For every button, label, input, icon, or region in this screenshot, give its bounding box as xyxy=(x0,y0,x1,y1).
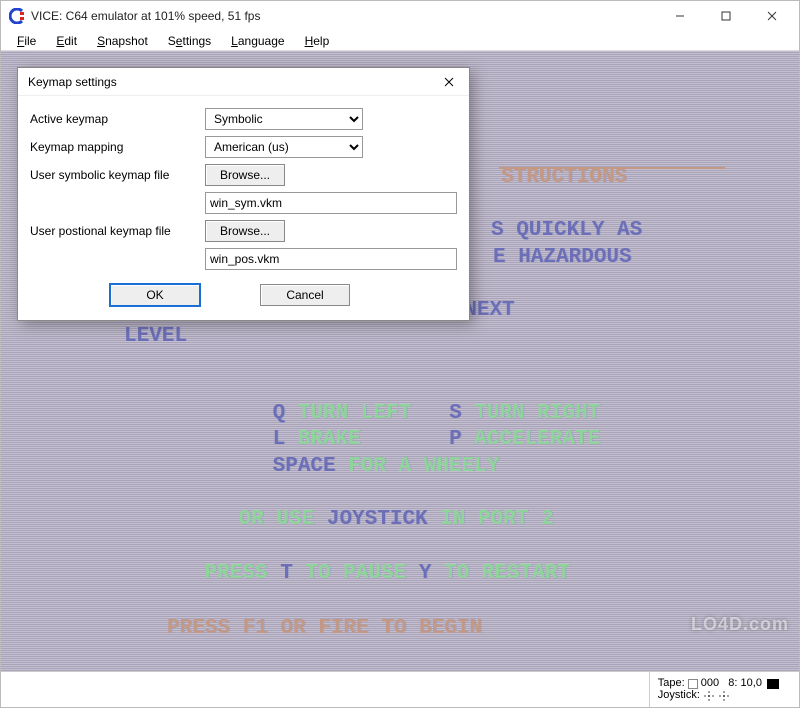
watermark: LO4D.com xyxy=(691,614,789,635)
menu-snapshot[interactable]: Snapshot xyxy=(87,33,158,49)
c64-line: LEVEL xyxy=(124,325,187,348)
status-tape: Tape: 000 8: 10,0 Joystick: xyxy=(649,672,789,707)
status-joystick-label: Joystick: xyxy=(658,689,700,701)
label-user-symbolic-file: User symbolic keymap file xyxy=(30,168,205,182)
status-tape-label: Tape: xyxy=(658,677,685,689)
drive-led-icon xyxy=(767,679,779,689)
keymap-settings-dialog: Keymap settings Active keymap Symbolic K… xyxy=(17,67,470,321)
label-active-keymap: Active keymap xyxy=(30,112,205,126)
ok-button[interactable]: OK xyxy=(110,284,200,306)
menu-bar: File Edit Snapshot Settings Language Hel… xyxy=(1,31,799,51)
c64-line: E HAZARDOUS xyxy=(493,246,632,269)
status-bar: Tape: 000 8: 10,0 Joystick: xyxy=(1,671,799,707)
menu-edit[interactable]: Edit xyxy=(46,33,87,49)
positional-file-input[interactable] xyxy=(205,248,457,270)
menu-language[interactable]: Language xyxy=(221,33,294,49)
title-bar: VICE: C64 emulator at 101% speed, 51 fps xyxy=(1,1,799,31)
menu-settings[interactable]: Settings xyxy=(158,33,221,49)
active-keymap-select[interactable]: Symbolic xyxy=(205,108,363,130)
label-keymap-mapping: Keymap mapping xyxy=(30,140,205,154)
c64-line: S QUICKLY AS xyxy=(491,219,642,242)
label-user-positional-file: User postional keymap file xyxy=(30,224,205,238)
menu-help[interactable]: Help xyxy=(295,33,340,49)
window-title: VICE: C64 emulator at 101% speed, 51 fps xyxy=(31,9,657,23)
positional-browse-button[interactable]: Browse... xyxy=(205,220,285,242)
dialog-close-button[interactable] xyxy=(435,71,463,93)
c64-line: PRESS T TO PAUSE Y TO RESTART xyxy=(129,539,570,608)
c64-underline xyxy=(499,167,725,169)
maximize-button[interactable] xyxy=(703,2,749,30)
dialog-body: Active keymap Symbolic Keymap mapping Am… xyxy=(18,96,469,320)
joystick-icon xyxy=(718,690,730,702)
symbolic-file-input[interactable] xyxy=(205,192,457,214)
c64-line: PRESS F1 OR FIRE TO BEGIN xyxy=(167,617,482,640)
dialog-titlebar[interactable]: Keymap settings xyxy=(18,68,469,96)
status-drive-value: 8: 10,0 xyxy=(728,677,762,689)
status-tape-value: 000 xyxy=(701,677,719,689)
keymap-mapping-select[interactable]: American (us) xyxy=(205,136,363,158)
joystick-icon xyxy=(703,690,715,702)
menu-file[interactable]: File xyxy=(7,33,46,49)
dialog-title: Keymap settings xyxy=(28,75,435,89)
cancel-button[interactable]: Cancel xyxy=(260,284,350,306)
tape-stop-icon[interactable] xyxy=(688,679,698,689)
c64-line: STRUCTIONS xyxy=(501,166,627,189)
app-icon xyxy=(9,8,25,24)
minimize-button[interactable] xyxy=(657,2,703,30)
close-button[interactable] xyxy=(749,2,795,30)
symbolic-browse-button[interactable]: Browse... xyxy=(205,164,285,186)
